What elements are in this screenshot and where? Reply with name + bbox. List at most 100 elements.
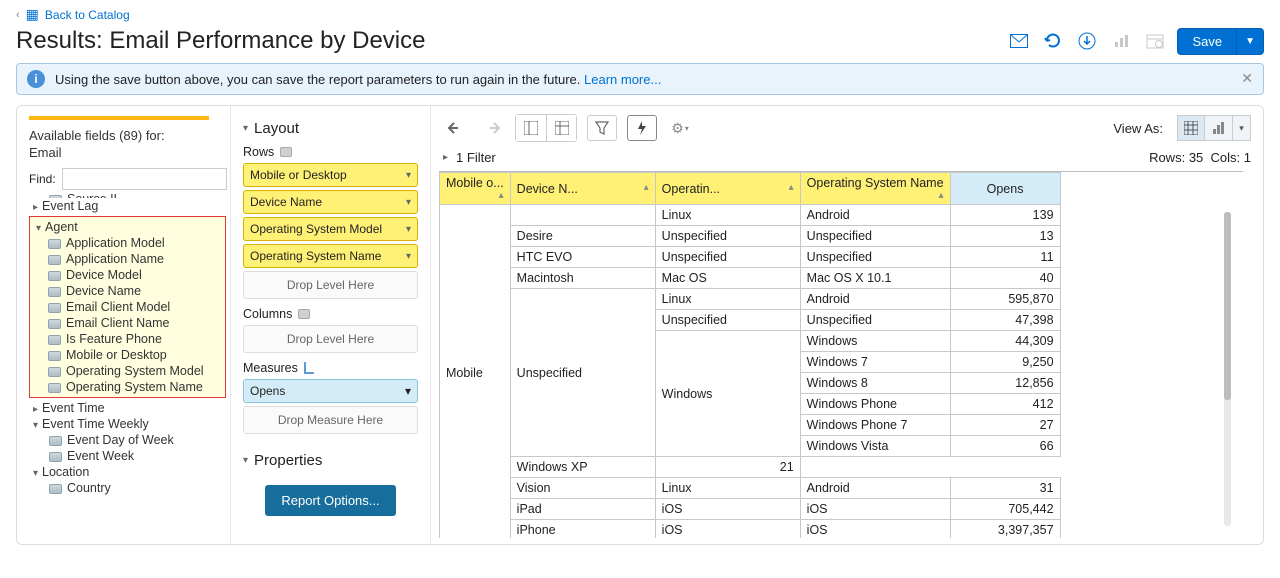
caret-icon: ▾ xyxy=(243,123,248,134)
row-header: Mac OS X 10.1 xyxy=(800,268,950,289)
schedule-icon[interactable] xyxy=(1143,29,1167,53)
tree-item[interactable]: Event Day of Week xyxy=(29,432,226,448)
download-icon[interactable] xyxy=(1075,29,1099,53)
properties-header[interactable]: ▾ Properties xyxy=(243,452,418,469)
tree-item[interactable]: Event Lag xyxy=(29,198,226,214)
column-header[interactable]: Operating System Name▴ xyxy=(800,173,950,205)
fields-tree[interactable]: Source IIEvent Lag Agent Application Mod… xyxy=(29,194,226,534)
save-dropdown[interactable]: ▼ xyxy=(1237,28,1264,55)
row-header: Unspecified xyxy=(655,247,800,268)
tree-item[interactable]: Device Name xyxy=(30,283,225,299)
row-level-chip[interactable]: Operating System Name▾ xyxy=(243,244,418,268)
tree-item[interactable]: Operating System Model xyxy=(30,363,225,379)
row-header: Unspecified xyxy=(655,226,800,247)
tree-item[interactable]: Event Time Weekly xyxy=(29,416,226,432)
gear-icon[interactable]: ⚙▾ xyxy=(667,115,693,141)
find-input[interactable] xyxy=(62,168,227,190)
cube-icon xyxy=(280,147,292,157)
table-row: MobileLinuxAndroid139 xyxy=(440,205,1061,226)
filter-count[interactable]: 1 Filter xyxy=(456,150,496,165)
tree-item[interactable]: Mobile or Desktop xyxy=(30,347,225,363)
row-header: Windows XP xyxy=(510,457,655,478)
scrollbar[interactable] xyxy=(1224,212,1231,526)
row-header: HTC EVO xyxy=(510,247,655,268)
layout-header[interactable]: ▾ Layout xyxy=(243,120,418,137)
cell-value: 13 xyxy=(950,226,1060,247)
table-row: HTC EVOUnspecifiedUnspecified11 xyxy=(440,247,1061,268)
cell-value: 9,250 xyxy=(950,352,1060,373)
rows-subhead: Rows xyxy=(243,145,418,159)
filter-caret[interactable]: ▸ xyxy=(443,152,448,163)
auto-refresh-icon[interactable] xyxy=(627,115,657,141)
save-button[interactable]: Save xyxy=(1177,28,1237,55)
row-header: Windows 7 xyxy=(800,352,950,373)
row-header: Macintosh xyxy=(510,268,655,289)
row-header: Windows 8 xyxy=(800,373,950,394)
table-row: UnspecifiedLinuxAndroid595,870 xyxy=(440,289,1061,310)
row-header: Unspecified xyxy=(655,310,800,331)
column-header[interactable]: Operatin...▴ xyxy=(655,173,800,205)
learn-more-link[interactable]: Learn more... xyxy=(584,72,661,87)
filter-icon[interactable] xyxy=(587,115,617,141)
measure-chip[interactable]: Opens▾ xyxy=(243,379,418,403)
caret-icon: ▾ xyxy=(243,455,248,466)
drop-measure[interactable]: Drop Measure Here xyxy=(243,406,418,434)
undo-icon[interactable] xyxy=(443,115,469,141)
tree-item[interactable]: Location xyxy=(29,464,226,480)
refresh-icon[interactable] xyxy=(1041,29,1065,53)
row-header: Unspecified xyxy=(800,310,950,331)
cell-value: 595,870 xyxy=(950,289,1060,310)
row-header: Linux xyxy=(655,289,800,310)
chart-icon[interactable] xyxy=(1109,29,1133,53)
row-header: Android xyxy=(800,289,950,310)
row-header: iOS xyxy=(655,520,800,539)
layout-cols-icon[interactable] xyxy=(516,115,546,141)
drop-col-level[interactable]: Drop Level Here xyxy=(243,325,418,353)
viewas-chart-icon[interactable] xyxy=(1205,115,1233,141)
tree-item[interactable]: Email Client Model xyxy=(30,299,225,315)
row-header: Windows Vista xyxy=(800,436,950,457)
tree-item[interactable]: Event Week xyxy=(29,448,226,464)
tree-item[interactable]: Email Client Name xyxy=(30,315,225,331)
tree-item[interactable]: Device Model xyxy=(30,267,225,283)
tree-item[interactable]: Is Feature Phone xyxy=(30,331,225,347)
redo-icon[interactable] xyxy=(479,115,505,141)
drop-level[interactable]: Drop Level Here xyxy=(243,271,418,299)
row-header: Mac OS xyxy=(655,268,800,289)
tree-agent[interactable]: Agent xyxy=(30,219,225,235)
layout-rows-icon[interactable] xyxy=(546,115,576,141)
email-icon[interactable] xyxy=(1007,29,1031,53)
row-header: Unspecified xyxy=(510,289,655,457)
cell-value: 44,309 xyxy=(950,331,1060,352)
tree-item[interactable]: Country xyxy=(29,480,226,496)
column-header[interactable]: Opens xyxy=(950,173,1060,205)
stats-rows-cols: Rows: 35 Cols: 1 xyxy=(1149,150,1251,165)
column-header[interactable]: Device N...▴ xyxy=(510,173,655,205)
row-header: Windows xyxy=(655,331,800,457)
tree-item[interactable]: Event Time xyxy=(29,400,226,416)
back-to-catalog-link[interactable]: Back to Catalog xyxy=(45,8,130,22)
column-header[interactable]: Mobile o...▴ xyxy=(440,173,511,205)
tree-item[interactable]: Operating System Name xyxy=(30,379,225,395)
row-level-chip[interactable]: Operating System Model▾ xyxy=(243,217,418,241)
row-header xyxy=(510,205,655,226)
back-chevron-icon: ‹ xyxy=(16,9,20,21)
table-row: iPadiOSiOS705,442 xyxy=(440,499,1061,520)
viewas-table-icon[interactable] xyxy=(1177,115,1205,141)
fields-title-1: Available fields (89) for: xyxy=(29,128,226,143)
row-level-chip[interactable]: Mobile or Desktop▾ xyxy=(243,163,418,187)
close-icon[interactable]: ✕ xyxy=(1241,70,1253,87)
row-header: Linux xyxy=(655,205,800,226)
cell-value: 412 xyxy=(950,394,1060,415)
row-level-chip[interactable]: Device Name▾ xyxy=(243,190,418,214)
cell-value: 21 xyxy=(655,457,800,478)
row-header: iOS xyxy=(800,499,950,520)
table-row: Windows XP21 xyxy=(440,457,1061,478)
tree-item[interactable]: Application Name xyxy=(30,251,225,267)
report-options-button[interactable]: Report Options... xyxy=(265,485,395,516)
row-header: Vision xyxy=(510,478,655,499)
tree-item[interactable]: Application Model xyxy=(30,235,225,251)
viewas-dropdown[interactable]: ▾ xyxy=(1233,115,1251,141)
row-header: Mobile xyxy=(440,205,511,539)
row-header: iPad xyxy=(510,499,655,520)
